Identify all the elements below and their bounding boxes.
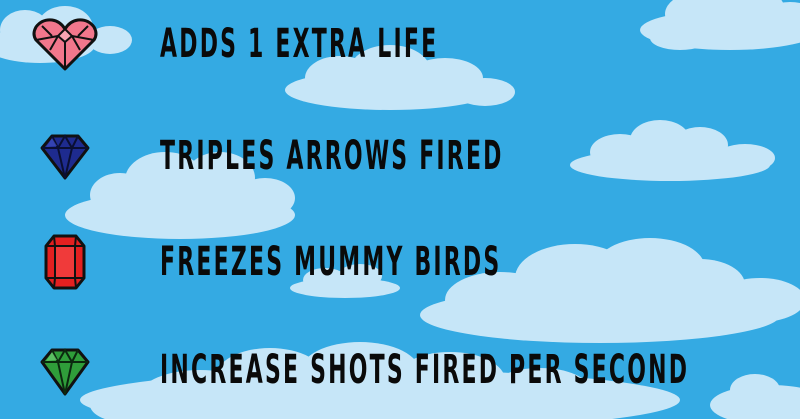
powerup-row-freeze: FREEZES MUMMY BIRDS bbox=[0, 232, 800, 292]
powerup-legend-screen: ADDS 1 EXTRA LIFE TRIPLES ARROWS FIRED F… bbox=[0, 0, 800, 419]
powerup-label: FREEZES MUMMY BIRDS bbox=[160, 239, 502, 285]
powerup-label: TRIPLES ARROWS FIRED bbox=[160, 133, 504, 179]
red-emerald-cut-gem-icon bbox=[44, 234, 86, 290]
pink-heart-gem-icon bbox=[32, 18, 98, 71]
powerup-label: ADDS 1 EXTRA LIFE bbox=[160, 21, 439, 67]
powerup-row-triple-arrows: TRIPLES ARROWS FIRED bbox=[0, 126, 800, 186]
powerup-row-shots-per-second: INCREASE SHOTS FIRED PER SECOND bbox=[0, 340, 800, 400]
green-diamond-gem-icon bbox=[40, 348, 90, 396]
powerup-row-extra-life: ADDS 1 EXTRA LIFE bbox=[0, 14, 800, 74]
blue-diamond-gem-icon bbox=[40, 134, 90, 180]
powerup-label: INCREASE SHOTS FIRED PER SECOND bbox=[160, 347, 690, 393]
